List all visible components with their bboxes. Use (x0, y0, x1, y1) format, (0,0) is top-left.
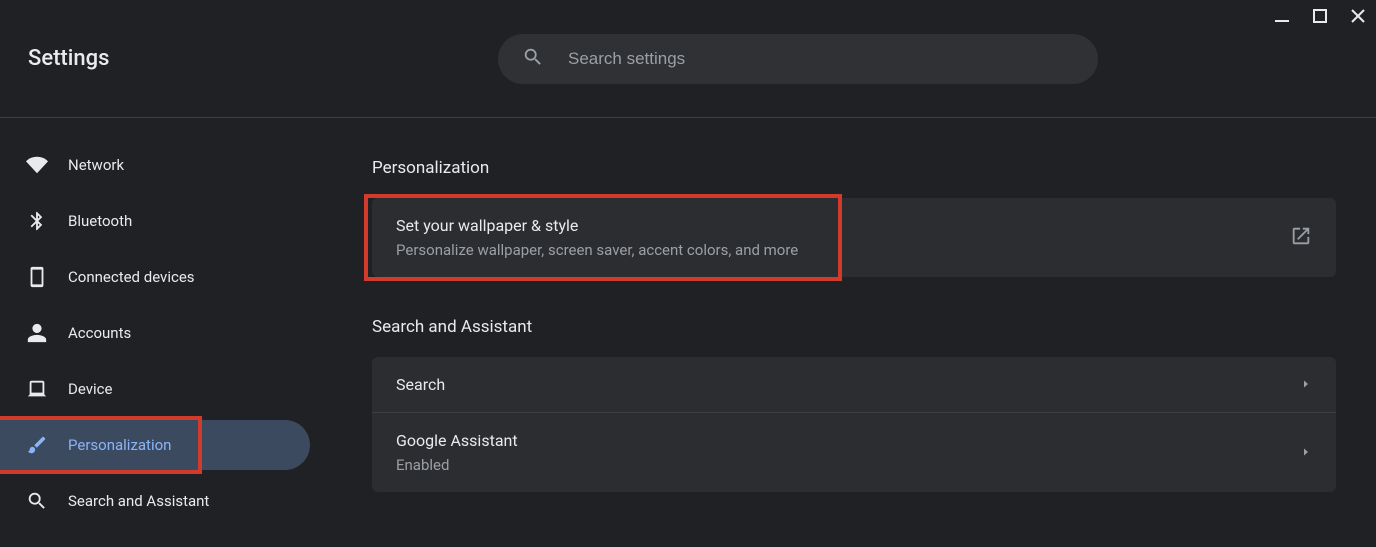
devices-icon (26, 266, 48, 288)
search-row[interactable]: Search (372, 357, 1336, 412)
wifi-icon (26, 154, 48, 176)
search-icon (522, 46, 544, 72)
search-input[interactable] (568, 49, 1098, 69)
personalization-card: Set your wallpaper & style Personalize w… (372, 198, 1336, 277)
page-title: Settings (28, 46, 298, 71)
sidebar-item-label: Accounts (68, 324, 131, 342)
sidebar-item-label: Bluetooth (68, 212, 132, 230)
sidebar-item-label: Connected devices (68, 268, 195, 286)
row-secondary: Personalize wallpaper, screen saver, acc… (396, 241, 798, 259)
person-icon (26, 322, 48, 344)
sidebar: Network Bluetooth Connected devices Acco… (0, 118, 310, 547)
sidebar-item-connected-devices[interactable]: Connected devices (0, 252, 310, 302)
wallpaper-style-row[interactable]: Set your wallpaper & style Personalize w… (372, 198, 1336, 277)
row-text: Google Assistant Enabled (396, 431, 518, 474)
content: Personalization Set your wallpaper & sty… (310, 118, 1376, 547)
sidebar-item-personalization[interactable]: Personalization (0, 420, 310, 470)
header: Settings (0, 0, 1376, 118)
sidebar-item-network[interactable]: Network (0, 140, 310, 190)
sidebar-item-search-assistant[interactable]: Search and Assistant (0, 476, 310, 526)
row-primary: Google Assistant (396, 431, 518, 450)
search-field[interactable] (498, 34, 1098, 84)
window-controls (1274, 8, 1366, 24)
row-secondary: Enabled (396, 456, 518, 474)
search-icon (26, 490, 48, 512)
sidebar-item-label: Personalization (68, 436, 171, 454)
search-assistant-card: Search Google Assistant Enabled (372, 357, 1336, 492)
laptop-icon (26, 378, 48, 400)
sidebar-item-label: Search and Assistant (68, 492, 209, 510)
brush-icon (26, 434, 48, 456)
row-primary: Search (396, 375, 445, 394)
google-assistant-row[interactable]: Google Assistant Enabled (372, 412, 1336, 492)
close-icon[interactable] (1350, 8, 1366, 24)
sidebar-item-bluetooth[interactable]: Bluetooth (0, 196, 310, 246)
section-title-personalization: Personalization (372, 158, 1336, 178)
section-title-search-assistant: Search and Assistant (372, 317, 1336, 337)
sidebar-item-device[interactable]: Device (0, 364, 310, 414)
row-primary: Set your wallpaper & style (396, 216, 798, 235)
open-in-new-icon (1290, 225, 1312, 251)
chevron-right-icon (1300, 443, 1312, 462)
row-text: Set your wallpaper & style Personalize w… (396, 216, 798, 259)
chevron-right-icon (1300, 375, 1312, 394)
sidebar-item-label: Device (68, 380, 112, 398)
maximize-icon[interactable] (1312, 8, 1328, 24)
bluetooth-icon (26, 210, 48, 232)
sidebar-item-accounts[interactable]: Accounts (0, 308, 310, 358)
sidebar-item-label: Network (68, 156, 124, 174)
row-text: Search (396, 375, 445, 394)
minimize-icon[interactable] (1274, 8, 1290, 24)
